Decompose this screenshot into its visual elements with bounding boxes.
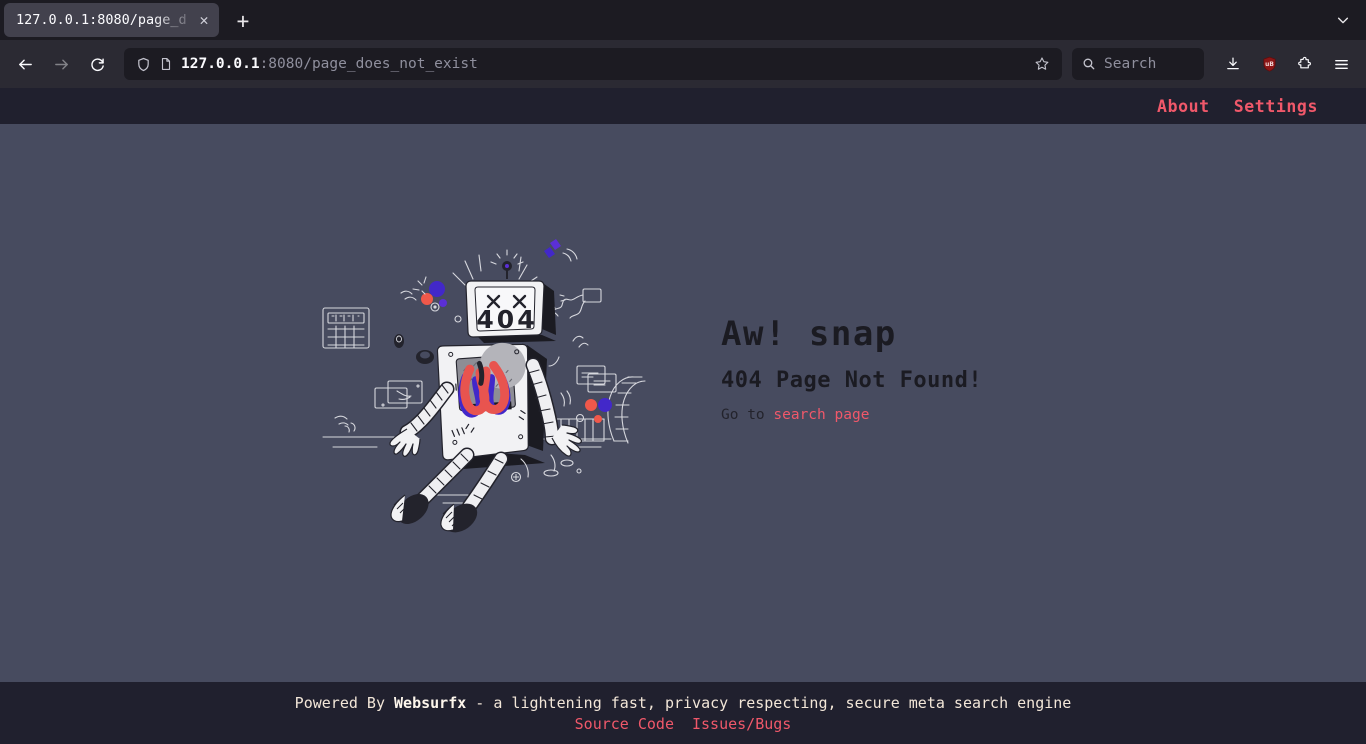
page-content: About Settings .lw{fill:none;stroke:#d7d…: [0, 88, 1366, 744]
error-subtitle: 404 Page Not Found!: [721, 367, 983, 393]
footer-powered-prefix: Powered By: [294, 693, 395, 712]
search-input[interactable]: Search: [1104, 56, 1156, 72]
chevron-down-icon[interactable]: [1328, 5, 1358, 35]
broken-robot-404-illustration: .lw{fill:none;stroke:#d7d8de;stroke-widt…: [315, 233, 675, 533]
forward-arrow-icon: [44, 47, 78, 81]
page-document-icon: [159, 57, 173, 71]
url-bar[interactable]: 127.0.0.1:8080/page_does_not_exist: [124, 48, 1062, 80]
footer-link-issues-bugs[interactable]: Issues/Bugs: [692, 715, 791, 733]
error-content: .lw{fill:none;stroke:#d7d8de;stroke-widt…: [0, 124, 1366, 682]
reload-icon[interactable]: [80, 47, 114, 81]
footer-tagline: Powered By Websurfx - a lightening fast,…: [295, 694, 1072, 712]
tab-title: 127.0.0.1:8080/page_d: [16, 12, 187, 28]
error-text-block: Aw! snap 404 Page Not Found! Go to searc…: [721, 314, 1051, 453]
svg-text:uB: uB: [1265, 62, 1274, 68]
browser-search-bar[interactable]: Search: [1072, 48, 1204, 80]
footer-link-source-code[interactable]: Source Code: [575, 715, 674, 733]
url-text: 127.0.0.1:8080/page_does_not_exist: [181, 56, 1022, 72]
hamburger-menu-icon[interactable]: [1324, 47, 1358, 81]
goto-search-line: Go to search page: [721, 407, 1051, 423]
svg-text:404: 404: [476, 305, 537, 334]
nav-link-settings[interactable]: Settings: [1234, 97, 1318, 116]
browser-chrome: 127.0.0.1:8080/page_d ✕ + 127.0.0.1:8080…: [0, 0, 1366, 88]
url-host: 127.0.0.1: [181, 56, 260, 72]
downloads-icon[interactable]: [1216, 47, 1250, 81]
extensions-puzzle-icon[interactable]: [1288, 47, 1322, 81]
footer-links: Source Code Issues/Bugs: [575, 715, 792, 733]
back-arrow-icon[interactable]: [8, 47, 42, 81]
site-header: About Settings: [0, 88, 1366, 124]
search-magnifier-icon: [1082, 57, 1096, 71]
nav-link-about[interactable]: About: [1157, 97, 1210, 116]
ublock-origin-icon[interactable]: uB: [1252, 47, 1286, 81]
page-title: Aw! snap: [721, 313, 897, 354]
browser-toolbar-right: uB: [1216, 47, 1358, 81]
tracking-protection-shield-icon[interactable]: [136, 57, 151, 72]
bookmark-star-icon[interactable]: [1030, 52, 1054, 76]
search-page-link[interactable]: search page: [773, 407, 869, 423]
url-path: :8080/page_does_not_exist: [259, 56, 478, 72]
close-icon[interactable]: ✕: [195, 11, 213, 29]
browser-navbar: 127.0.0.1:8080/page_does_not_exist Searc…: [0, 40, 1366, 88]
tab-strip: 127.0.0.1:8080/page_d ✕ +: [0, 0, 1366, 40]
new-tab-button[interactable]: +: [227, 5, 259, 37]
site-footer: Powered By Websurfx - a lightening fast,…: [0, 682, 1366, 744]
footer-brand: Websurfx: [394, 693, 467, 712]
browser-tab-active[interactable]: 127.0.0.1:8080/page_d ✕: [4, 3, 219, 37]
goto-prefix: Go to: [721, 406, 774, 423]
footer-tagline-text: - a lightening fast, privacy respecting,…: [466, 693, 1072, 712]
